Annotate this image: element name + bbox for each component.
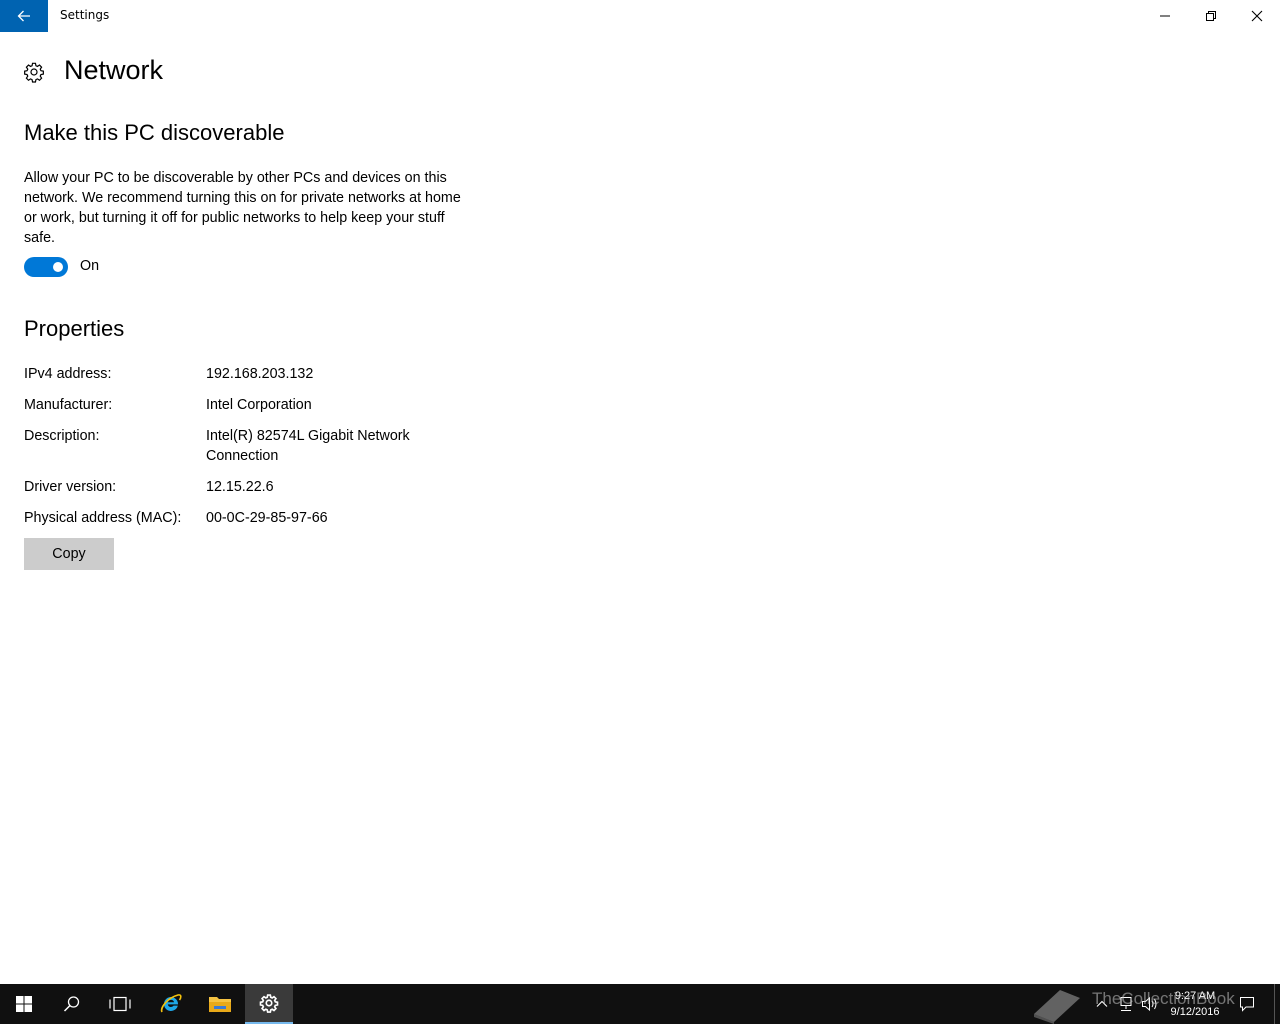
discoverable-heading: Make this PC discoverable <box>24 120 285 145</box>
search-icon <box>63 996 80 1012</box>
ipv4-label: IPv4 address: <box>24 366 112 382</box>
mac-label: Physical address (MAC): <box>24 510 182 526</box>
ipv4-value: 192.168.203.132 <box>206 366 314 382</box>
manufacturer-value: Intel Corporation <box>206 397 312 413</box>
discoverable-toggle[interactable] <box>24 257 68 277</box>
description-label: Description: <box>24 428 100 444</box>
task-view-icon <box>109 996 131 1012</box>
search-button[interactable] <box>48 984 96 1024</box>
internet-explorer-icon <box>160 994 182 1013</box>
action-center-button[interactable] <box>1237 994 1257 1014</box>
description-value: Intel(R) 82574L Gigabit Network Connecti… <box>206 428 410 464</box>
show-desktop-button[interactable] <box>1274 984 1280 1024</box>
start-button[interactable] <box>0 984 48 1024</box>
notification-icon <box>1240 997 1254 1012</box>
watermark-text: TheCollectionBook <box>1092 989 1235 1008</box>
driver-version-value: 12.15.22.6 <box>206 479 274 495</box>
task-view-button[interactable] <box>96 984 144 1024</box>
driver-version-label: Driver version: <box>24 479 117 495</box>
copy-button[interactable]: Copy <box>24 538 114 570</box>
file-explorer-button[interactable] <box>196 984 244 1024</box>
internet-explorer-button[interactable] <box>147 984 195 1024</box>
restore-icon <box>1206 11 1216 21</box>
back-button[interactable] <box>0 0 48 32</box>
mac-value: 00-0C-29-85-97-66 <box>206 510 328 526</box>
minimize-icon <box>1160 15 1170 17</box>
restore-button[interactable] <box>1188 0 1234 32</box>
arrow-left-icon <box>17 10 30 22</box>
toggle-knob <box>53 262 63 272</box>
gear-icon <box>24 62 44 83</box>
settings-taskbar-button[interactable] <box>245 984 293 1024</box>
close-icon <box>1251 10 1263 22</box>
window-title: Settings <box>60 8 110 22</box>
properties-heading: Properties <box>24 316 125 341</box>
title-bar: Settings <box>0 0 1280 32</box>
minimize-button[interactable] <box>1142 0 1188 32</box>
toggle-state-label: On <box>80 258 100 274</box>
gear-icon <box>259 994 279 1013</box>
folder-icon <box>209 997 231 1012</box>
windows-logo-icon <box>16 996 32 1012</box>
page-title: Network <box>64 55 164 85</box>
taskbar: 9:27 AM 9/12/2016 <box>0 984 1280 1024</box>
book-logo-icon <box>1034 990 1080 1024</box>
manufacturer-label: Manufacturer: <box>24 397 113 413</box>
close-button[interactable] <box>1234 0 1280 32</box>
discoverable-description: Allow your PC to be discoverable by othe… <box>24 170 461 246</box>
